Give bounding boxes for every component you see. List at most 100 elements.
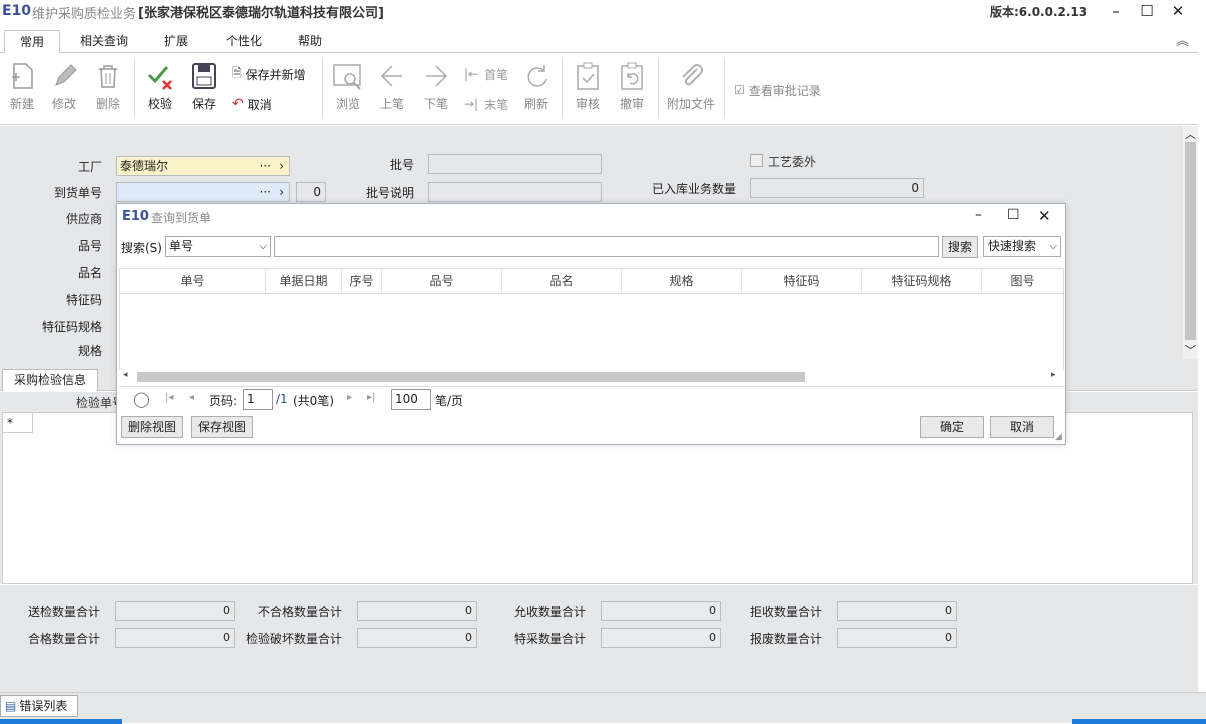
search-field-select[interactable]: 单号 ⌵ — [165, 236, 271, 257]
scroll-right-icon[interactable]: ▸ — [1051, 370, 1056, 380]
last-page-icon[interactable]: ▸| — [367, 392, 375, 403]
outsourced-checkbox[interactable] — [750, 154, 763, 167]
refresh-button[interactable]: 刷新 — [514, 59, 558, 112]
first-label: 首笔 — [484, 67, 509, 82]
col-header[interactable]: 规格 — [622, 269, 742, 293]
ribbon-separator — [724, 59, 725, 117]
dialog-cancel-button[interactable]: 取消 — [990, 416, 1054, 438]
ellipsis-icon[interactable]: ··· — [260, 183, 271, 201]
maximize-icon[interactable]: ☐ — [1131, 0, 1163, 22]
first-record-icon: |← — [464, 67, 479, 81]
company-name: [张家港保税区泰德瑞尔轨道科技有限公司] — [138, 6, 384, 21]
batch-field[interactable] — [428, 154, 602, 174]
prev-button[interactable]: 上笔 — [370, 59, 414, 112]
per-page-label: 笔/页 — [435, 394, 464, 408]
ok-button[interactable]: 确定 — [920, 416, 984, 438]
dialog-close-icon[interactable]: ✕ — [1038, 207, 1051, 225]
col-header[interactable]: 单据日期 — [266, 269, 342, 293]
total-pages: /1 — [276, 392, 288, 406]
save-view-button[interactable]: 保存视图 — [191, 416, 253, 438]
attach-button[interactable]: 附加文件 — [664, 59, 718, 112]
dialog-maximize-icon[interactable]: ☐ — [1007, 207, 1020, 223]
ribbon-separator — [322, 59, 323, 117]
cancel-button[interactable]: ↶ 取消 — [232, 95, 272, 113]
totals-panel: 送检数量合计 0 不合格数量合计 0 允收数量合计 0 拒收数量合计 0 合格数… — [0, 585, 1198, 692]
close-icon[interactable]: ✕ — [1162, 0, 1194, 22]
col-header[interactable]: 序号 — [342, 269, 382, 293]
prev-page-icon[interactable]: ◂ — [189, 392, 194, 403]
view-approval-button[interactable]: ☑ 查看审批记录 — [734, 81, 821, 99]
page-size-input[interactable]: 100 — [391, 389, 431, 410]
status-bar: ▤ 错误列表 — [0, 692, 1206, 724]
scroll-left-icon[interactable]: ◂ — [123, 370, 128, 380]
clipboard-check-icon — [566, 59, 610, 93]
approve-button[interactable]: 审核 — [566, 59, 610, 112]
scroll-down-icon[interactable]: ﹀ — [1185, 342, 1196, 358]
arrival-count-field[interactable]: 0 — [296, 182, 326, 202]
page-input[interactable]: 1 — [243, 389, 273, 410]
search-button[interactable]: 搜索 — [942, 236, 978, 258]
view-approval-label: 查看审批记录 — [748, 83, 821, 98]
dialog-logo: E10 — [122, 209, 149, 224]
resize-grip-icon[interactable]: ◢ — [1055, 432, 1062, 442]
col-header[interactable]: 特征码规格 — [862, 269, 982, 293]
new-button[interactable]: 新建 — [0, 59, 44, 112]
scroll-up-icon[interactable]: ︿ — [1185, 126, 1196, 142]
feature-spec-label: 特征码规格 — [41, 320, 102, 334]
delete-button[interactable]: 删除 — [86, 59, 130, 112]
arrival-no-field[interactable]: ··· › — [116, 182, 290, 202]
col-header[interactable]: 品名 — [502, 269, 622, 293]
hscroll-thumb[interactable] — [137, 372, 805, 382]
search-label: 搜索(S) — [121, 241, 162, 255]
chevron-right-icon[interactable]: › — [279, 157, 284, 175]
next-page-icon[interactable]: ▸ — [347, 392, 352, 403]
check-button[interactable]: 校验 — [138, 59, 182, 112]
horizontal-scrollbar[interactable]: ◂ ▸ — [119, 370, 1064, 384]
form-scrollbar[interactable]: ︿ ﹀ — [1181, 126, 1198, 359]
dialog-minimize-icon[interactable]: – — [975, 207, 982, 223]
first-page-icon[interactable]: |◂ — [165, 392, 173, 403]
save-button[interactable]: 保存 — [182, 59, 226, 112]
tab-common[interactable]: 常用 — [4, 30, 60, 54]
minimize-icon[interactable]: – — [1100, 0, 1132, 22]
next-button[interactable]: 下笔 — [414, 59, 458, 112]
stocked-qty-field[interactable]: 0 — [750, 178, 924, 198]
scrollbar-thumb[interactable] — [1185, 142, 1196, 340]
chevron-down-icon: ⌵ — [1049, 241, 1057, 252]
last-record-icon: →| — [464, 97, 479, 111]
col-header[interactable]: 特征码 — [742, 269, 862, 293]
browse-label: 浏览 — [335, 97, 360, 111]
tab-extend[interactable]: 扩展 — [152, 30, 200, 54]
error-list-tab[interactable]: ▤ 错误列表 — [0, 695, 78, 717]
tab-personalize[interactable]: 个性化 — [216, 30, 272, 54]
refresh-label: 刷新 — [523, 97, 548, 111]
paperclip-icon — [664, 59, 718, 93]
tab-related-query[interactable]: 相关查询 — [72, 30, 136, 54]
col-header[interactable]: 品号 — [382, 269, 502, 293]
result-grid[interactable]: 单号 单据日期 序号 品号 品名 规格 特征码 特征码规格 图号 — [119, 268, 1064, 372]
save-and-new-button[interactable]: 🗎 保存并新增 — [232, 65, 306, 83]
collapse-ribbon-icon[interactable]: ︽ — [1176, 30, 1189, 49]
tab-help[interactable]: 帮助 — [286, 30, 334, 54]
edit-label: 修改 — [51, 97, 76, 111]
col-header[interactable]: 单号 — [120, 269, 266, 293]
total-label: 合格数量合计 — [27, 632, 100, 646]
col-header[interactable]: 图号 — [982, 269, 1063, 293]
menu-tabs: 常用 相关查询 扩展 个性化 帮助 ︽ — [0, 26, 1206, 54]
delete-view-button[interactable]: 删除视图 — [121, 416, 183, 438]
factory-field[interactable]: 泰德瑞尔 ··· › — [116, 156, 290, 176]
browse-button[interactable]: 浏览 — [326, 59, 370, 112]
module-title: 维护采购质检业务 — [32, 7, 137, 22]
batch-desc-field[interactable] — [428, 182, 602, 202]
refresh-circle-icon[interactable]: ◯ — [133, 390, 150, 408]
ellipsis-icon[interactable]: ··· — [260, 157, 271, 175]
edit-button[interactable]: 修改 — [42, 59, 86, 112]
unapprove-button[interactable]: 撤审 — [610, 59, 654, 112]
last-button[interactable]: →| 末笔 — [464, 95, 508, 113]
chevron-down-icon: ⌵ — [259, 241, 267, 252]
search-input[interactable] — [274, 236, 939, 257]
tab-purchase-inspection[interactable]: 采购检验信息 — [2, 369, 98, 391]
first-button[interactable]: |← 首笔 — [464, 65, 508, 83]
chevron-right-icon[interactable]: › — [279, 183, 284, 201]
quick-search-select[interactable]: 快速搜索 ⌵ — [983, 236, 1061, 257]
